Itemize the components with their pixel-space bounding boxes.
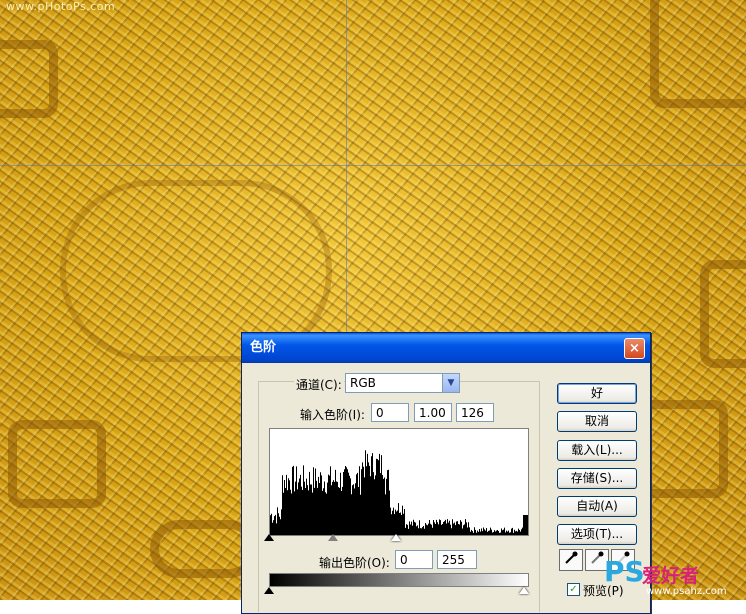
logo-ps-text: PS: [604, 555, 645, 588]
preview-checkbox[interactable]: ✓: [567, 583, 580, 596]
histogram: [269, 428, 529, 536]
emboss-glyph: [640, 400, 728, 498]
channel-label: 通道(C):: [294, 376, 344, 393]
channel-select[interactable]: RGB ▼: [345, 373, 460, 393]
logo-url-text: www.psahz.com: [646, 586, 727, 597]
close-button[interactable]: ×: [624, 338, 645, 359]
dialog-title: 色阶: [250, 340, 277, 355]
input-white-field[interactable]: 126: [456, 403, 494, 422]
levels-dialog: 色阶 × 通道(C): RGB ▼ 输入色阶(I): 0 1.00 126 输出…: [241, 332, 651, 614]
input-gamma-slider[interactable]: [328, 534, 338, 541]
output-white-slider[interactable]: [519, 587, 529, 594]
output-black-field[interactable]: 0: [395, 550, 433, 569]
output-levels-label: 输出色阶(O):: [319, 556, 390, 570]
cancel-button[interactable]: 取消: [557, 411, 637, 432]
black-eyedropper-icon[interactable]: [559, 549, 583, 571]
emboss-glyph: [700, 260, 746, 368]
emboss-glyph: [0, 40, 58, 118]
input-gamma-field[interactable]: 1.00: [414, 403, 452, 422]
ok-button[interactable]: 好: [557, 383, 637, 404]
auto-button[interactable]: 自动(A): [557, 496, 637, 517]
input-levels-label: 输入色阶(I):: [300, 408, 365, 422]
options-button[interactable]: 选项(T)...: [557, 524, 637, 545]
input-black-slider[interactable]: [264, 534, 274, 541]
dialog-titlebar[interactable]: 色阶 ×: [242, 333, 650, 363]
watermark-text: www.pHotoPs.com: [6, 0, 116, 13]
emboss-glyph: [8, 420, 106, 508]
input-white-slider[interactable]: [391, 534, 401, 541]
channel-value: RGB: [350, 376, 376, 390]
site-logo: PS 爱好者 www.psahz.com: [604, 555, 746, 600]
guide-line-horizontal[interactable]: [0, 165, 746, 166]
input-black-field[interactable]: 0: [371, 403, 409, 422]
emboss-glyph: [650, 0, 746, 108]
output-white-field[interactable]: 255: [437, 550, 477, 569]
output-gradient-bar: [269, 573, 529, 587]
histogram-graph: [270, 450, 528, 535]
save-button[interactable]: 存储(S)...: [557, 468, 637, 489]
load-button[interactable]: 载入(L)...: [557, 440, 637, 461]
chevron-down-icon[interactable]: ▼: [442, 374, 459, 392]
histogram-bars: [270, 450, 528, 535]
logo-cn-text: 爱好者: [642, 565, 700, 587]
output-black-slider[interactable]: [264, 587, 274, 594]
